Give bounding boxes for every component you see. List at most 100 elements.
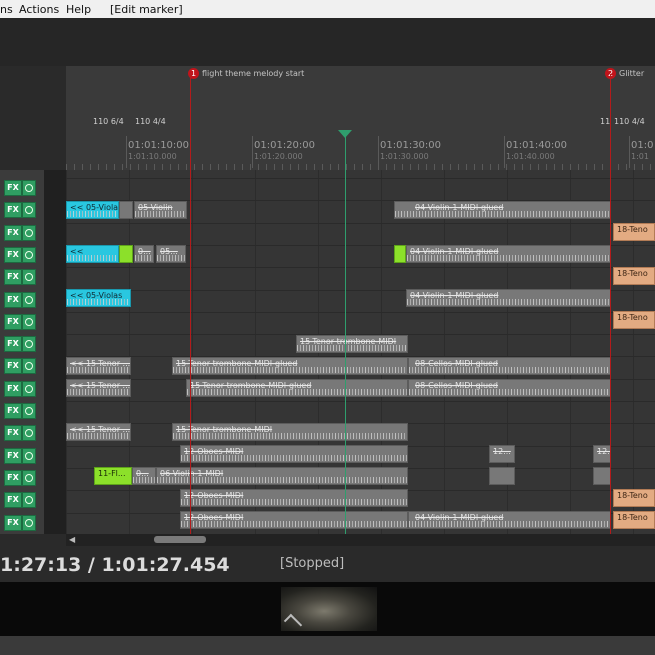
media-item[interactable]: 18-Teno [613, 223, 655, 241]
media-item[interactable]: 08-Cellos-MIDI-glued [408, 357, 611, 375]
ruler-time-label: 01:0 [631, 140, 654, 151]
time-display[interactable]: 1:27:13 / 1:01:27.454 [0, 554, 230, 576]
media-item-crossfade[interactable] [119, 245, 133, 263]
track-power-icon[interactable] [22, 492, 36, 509]
scroll-left-icon[interactable]: ◀ [69, 535, 75, 544]
track-fx-button[interactable]: FX [4, 202, 22, 219]
media-item[interactable]: << 15-Tenor ... [66, 423, 131, 441]
media-item[interactable]: 12... [593, 445, 611, 463]
media-item[interactable]: 12-Oboes-MIDI [180, 511, 408, 529]
edit-cursor-head-icon[interactable] [338, 130, 352, 138]
track-fx-button[interactable]: FX [4, 313, 22, 330]
track-fx-button[interactable]: FX [4, 246, 22, 263]
track-fx-button[interactable]: FX [4, 514, 22, 531]
tempo-marker[interactable]: 11 [600, 117, 610, 126]
scrollbar-thumb[interactable] [154, 536, 206, 543]
track-fx-button[interactable]: FX [4, 358, 22, 375]
track-power-icon[interactable] [22, 180, 36, 196]
video-thumbnail [281, 587, 377, 631]
media-item[interactable]: 06-Violin-1-MIDI [156, 467, 408, 485]
media-item-crossfade[interactable] [394, 245, 406, 263]
media-item[interactable]: 04-Violin-1-MIDI-glued [406, 289, 611, 307]
bottom-panel [0, 636, 655, 655]
media-item[interactable]: 18-Teno [613, 311, 655, 329]
track-panel-divider[interactable] [44, 170, 66, 534]
menu-bar: ns Actions Help [Edit marker] [0, 0, 655, 18]
media-item[interactable]: << 15-Tenor ... [66, 379, 131, 397]
media-item[interactable] [593, 467, 611, 485]
track-power-icon[interactable] [22, 514, 36, 531]
track-row-divider [66, 311, 655, 313]
media-item[interactable]: 15-Tenor trombone-MIDI [296, 335, 408, 353]
horizontal-scrollbar[interactable]: ◀ [66, 534, 655, 546]
track-power-icon[interactable] [22, 469, 36, 486]
grid-line [66, 170, 67, 534]
media-item[interactable]: 18-Teno [613, 267, 655, 285]
media-item[interactable]: 15-Tenor trombone-MIDI-glued [186, 379, 408, 397]
track-fx-button[interactable]: FX [4, 291, 22, 308]
track-fx-button[interactable]: FX [4, 180, 22, 196]
media-item[interactable]: 12... [489, 445, 515, 463]
menu-item-help[interactable]: Help [66, 3, 91, 16]
ruler-sub-label: 1:01 [631, 152, 649, 161]
media-item[interactable]: 15-Tenor trombone-MIDI-glued [172, 357, 408, 375]
grid-line [444, 170, 445, 534]
track-fx-button[interactable]: FX [4, 380, 22, 397]
menu-item-actions[interactable]: Actions [19, 3, 59, 16]
track-fx-button[interactable]: FX [4, 336, 22, 353]
track-fx-button[interactable]: FX [4, 447, 22, 464]
menu-item-ns[interactable]: ns [0, 3, 13, 16]
arrange-view[interactable]: << 05-Viola... 05-Violin 04-Violin-1-MID… [66, 170, 655, 534]
track-power-icon[interactable] [22, 269, 36, 286]
track-power-icon[interactable] [22, 380, 36, 397]
track-fx-button[interactable]: FX [4, 492, 22, 509]
track-power-icon[interactable] [22, 291, 36, 308]
media-item[interactable]: 08-Cellos-MIDI-glued [408, 379, 611, 397]
ruler-time-label: 01:01:30:00 [380, 140, 442, 151]
track-fx-button[interactable]: FX [4, 269, 22, 286]
media-item[interactable]: 04-Violin-1-MIDI-glued [394, 201, 611, 219]
tempo-marker[interactable]: 110 6/4 [93, 117, 124, 126]
track-row-divider [66, 401, 655, 402]
tempo-marker[interactable]: 110 4/4 [135, 117, 166, 126]
marker-1-line [190, 74, 191, 534]
track-power-icon[interactable] [22, 224, 36, 241]
media-item[interactable]: 05... [156, 245, 186, 263]
track-power-icon[interactable] [22, 358, 36, 375]
media-item[interactable]: 11-Fl... [94, 467, 132, 485]
media-item[interactable]: 12-Oboes-MIDI [180, 489, 408, 507]
track-power-icon[interactable] [22, 425, 36, 442]
edit-cursor-line[interactable] [345, 130, 346, 534]
marker-lane[interactable] [66, 66, 655, 114]
media-item[interactable]: 12-Oboes-MIDI [180, 445, 408, 463]
tempo-marker[interactable]: 110 4/4 [614, 117, 645, 126]
track-fx-button[interactable]: FX [4, 425, 22, 442]
media-item-crossfade[interactable] [119, 201, 133, 219]
track-power-icon[interactable] [22, 403, 36, 419]
ruler-time-label: 01:01:10:00 [128, 140, 190, 151]
track-power-icon[interactable] [22, 202, 36, 219]
track-power-icon[interactable] [22, 336, 36, 353]
media-item[interactable] [489, 467, 515, 485]
grid-line [570, 170, 571, 534]
media-item[interactable]: 0... [134, 245, 154, 263]
media-item[interactable]: 18-Teno [613, 511, 655, 529]
track-power-icon[interactable] [22, 313, 36, 330]
media-item[interactable]: 04-Violin-1-MIDI-glued [406, 245, 611, 263]
media-item[interactable]: << 05-Violas [66, 289, 131, 307]
track-fx-button[interactable]: FX [4, 469, 22, 486]
track-fx-button[interactable]: FX [4, 403, 22, 419]
media-item[interactable]: 15-Tenor trombone-MIDI [172, 423, 408, 441]
media-item[interactable]: 18-Teno [613, 489, 655, 507]
track-row-divider [66, 222, 655, 224]
media-item[interactable]: << [66, 245, 119, 263]
media-item[interactable]: << 05-Viola... [66, 201, 119, 219]
media-item[interactable]: << 15-Tenor ... [66, 357, 131, 375]
track-power-icon[interactable] [22, 246, 36, 263]
media-item[interactable]: 05-Violin [134, 201, 187, 219]
menu-item-edit-marker[interactable]: [Edit marker] [110, 3, 183, 16]
track-fx-button[interactable]: FX [4, 224, 22, 241]
track-power-icon[interactable] [22, 447, 36, 464]
media-item[interactable]: 0... [132, 467, 156, 485]
media-item[interactable]: 04-Violin-1-MIDI-glued [408, 511, 611, 529]
